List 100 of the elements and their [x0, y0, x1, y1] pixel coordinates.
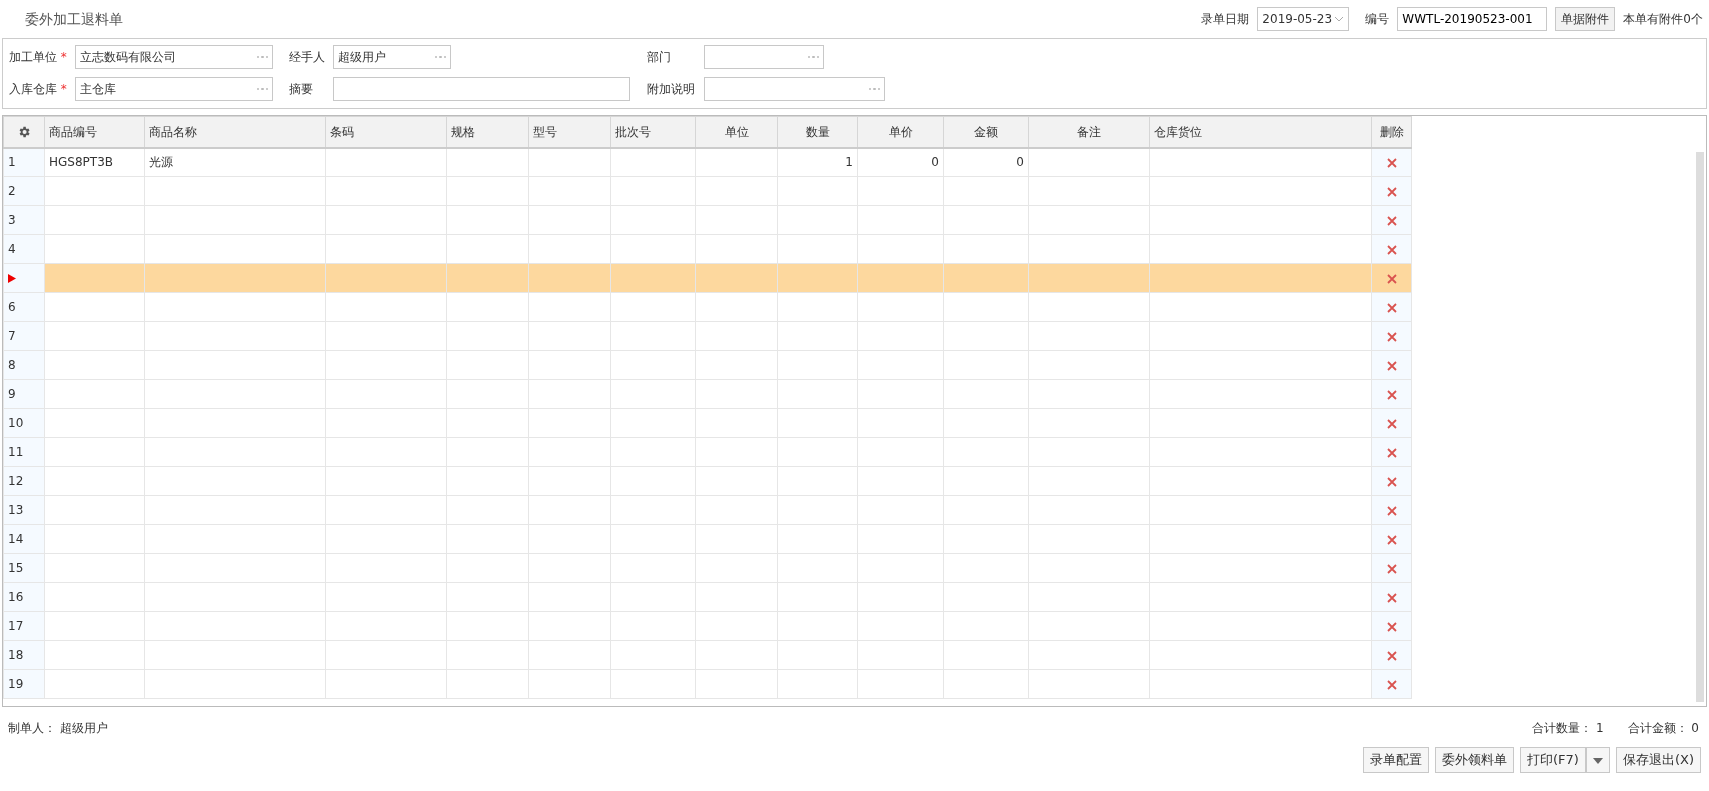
row-number: 10: [3, 408, 45, 438]
table-row[interactable]: 8: [3, 350, 1412, 380]
row-number: 15: [3, 553, 45, 583]
total-amount: 合计金额： 0: [1627, 720, 1699, 737]
table-row[interactable]: 3: [3, 205, 1412, 235]
date-label: 录单日期: [1201, 11, 1250, 28]
table-row[interactable]: 4: [3, 234, 1412, 264]
picker-field[interactable]: 主仓库: [75, 77, 273, 101]
row-number: 17: [3, 611, 45, 641]
settings-icon[interactable]: [17, 125, 31, 140]
delete-icon[interactable]: [1386, 418, 1397, 429]
picker-field[interactable]: 立志数码有限公司: [75, 45, 273, 69]
picker-field[interactable]: [704, 77, 885, 101]
row-number: 11: [3, 437, 45, 467]
required-mark: *: [60, 82, 67, 96]
row-number: 4: [3, 234, 45, 264]
table-cell: 0: [857, 147, 944, 177]
table-row[interactable]: 10: [3, 408, 1412, 438]
table-cell: 0: [943, 147, 1029, 177]
table-cell: 光源: [144, 147, 326, 177]
row-number: 18: [3, 640, 45, 670]
table-row[interactable]: 9: [3, 379, 1412, 409]
row-number: 7: [3, 321, 45, 351]
field-label: 附加说明: [647, 82, 695, 96]
date-value: 2019-05-23: [1262, 11, 1333, 28]
table-row[interactable]: 6: [3, 292, 1412, 322]
caret-down-icon: [1592, 757, 1603, 764]
column-header: 条码: [325, 116, 447, 148]
row-number: 13: [3, 495, 45, 525]
print-button[interactable]: 打印(F7): [1520, 747, 1586, 773]
total-quantity: 合计数量： 1: [1532, 720, 1604, 737]
delete-icon[interactable]: [1386, 389, 1397, 400]
column-header: 备注: [1028, 116, 1150, 148]
maker-text: 制单人： 超级用户: [8, 720, 108, 737]
delete-icon[interactable]: [1386, 331, 1397, 342]
row-number: 2: [3, 176, 45, 206]
delete-icon[interactable]: [1386, 534, 1397, 545]
table-row[interactable]: 7: [3, 321, 1412, 351]
row-number: 12: [3, 466, 45, 496]
date-field[interactable]: 2019-05-23: [1257, 7, 1350, 31]
column-header: 商品名称: [144, 116, 326, 148]
delete-icon[interactable]: [1386, 650, 1397, 661]
field-label: 入库仓库: [9, 82, 57, 96]
table-row[interactable]: 17: [3, 611, 1412, 641]
column-header: 单位: [695, 116, 778, 148]
delete-icon[interactable]: [1386, 563, 1397, 574]
number-field[interactable]: WWTL-20190523-001: [1397, 7, 1548, 31]
table-row[interactable]: 13: [3, 495, 1412, 525]
input-field[interactable]: [333, 77, 630, 101]
table-cell: HGS8PT3B: [44, 147, 145, 177]
delete-icon[interactable]: [1386, 447, 1397, 458]
table-row[interactable]: 14: [3, 524, 1412, 554]
delete-icon[interactable]: [1386, 215, 1397, 226]
table-row[interactable]: 16: [3, 582, 1412, 612]
table-row[interactable]: 1 HGS8PT3B 光源 1 0 0: [3, 147, 1412, 177]
delete-icon[interactable]: [1386, 679, 1397, 690]
delete-icon[interactable]: [1386, 157, 1397, 168]
field-label: 摘要: [289, 82, 313, 96]
chevron-down-icon: [1334, 16, 1345, 22]
action-button[interactable]: 委外领料单: [1435, 747, 1515, 773]
row-number: 19: [3, 669, 45, 699]
delete-icon[interactable]: [1386, 592, 1397, 603]
table-cell: 1: [777, 147, 858, 177]
column-header: 批次号: [610, 116, 696, 148]
field-label: 部门: [647, 50, 671, 64]
table-row[interactable]: 18: [3, 640, 1412, 670]
field-label: 加工单位: [9, 50, 57, 64]
action-button[interactable]: 录单配置: [1363, 747, 1430, 773]
picker-field[interactable]: [704, 45, 824, 69]
picker-field[interactable]: 超级用户: [333, 45, 451, 69]
column-header: 规格: [446, 116, 529, 148]
table-row[interactable]: 12: [3, 466, 1412, 496]
delete-icon[interactable]: [1386, 621, 1397, 632]
column-header: 金额: [943, 116, 1029, 148]
delete-icon[interactable]: [1386, 505, 1397, 516]
delete-icon[interactable]: [1386, 186, 1397, 197]
row-number: 6: [3, 292, 45, 322]
table-row[interactable]: 2: [3, 176, 1412, 206]
delete-icon[interactable]: [1386, 273, 1397, 284]
row-number: 3: [3, 205, 45, 235]
column-header: 数量: [777, 116, 858, 148]
delete-icon[interactable]: [1386, 244, 1397, 255]
column-header: 商品编号: [44, 116, 145, 148]
column-header: 删除: [1371, 116, 1412, 148]
action-button[interactable]: 保存退出(X): [1615, 747, 1701, 773]
required-mark: *: [60, 50, 67, 64]
delete-icon[interactable]: [1386, 476, 1397, 487]
table-row[interactable]: 11: [3, 437, 1412, 467]
scrollbar[interactable]: [1696, 152, 1704, 702]
row-number: 16: [3, 582, 45, 612]
dropdown-button[interactable]: [1585, 747, 1610, 773]
table-row[interactable]: 19: [3, 669, 1412, 699]
page-title: 委外加工退料单: [24, 9, 123, 29]
delete-icon[interactable]: [1386, 360, 1397, 371]
table-row[interactable]: 15: [3, 553, 1412, 583]
attachment-button[interactable]: 单据附件: [1555, 7, 1616, 31]
attachment-note: 本单有附件0个: [1623, 11, 1703, 28]
delete-icon[interactable]: [1386, 302, 1397, 313]
number-label: 编号: [1365, 11, 1390, 28]
row-number: 9: [3, 379, 45, 409]
